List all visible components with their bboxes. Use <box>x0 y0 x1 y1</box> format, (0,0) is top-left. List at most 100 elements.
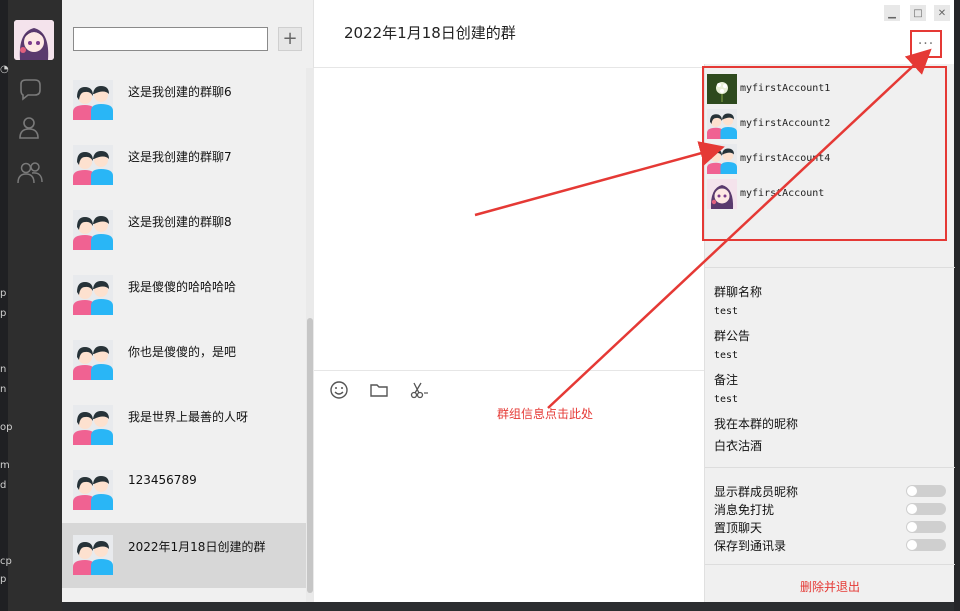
chat-name: 123456789 <box>128 473 197 487</box>
edge-text: n <box>0 364 7 375</box>
group-avatar <box>73 340 113 380</box>
chat-list-item[interactable]: 这是我创建的群聊7 <box>62 133 306 198</box>
member-item[interactable]: myfirstAccount1 <box>704 71 944 106</box>
setting-label: 消息免打扰 <box>714 503 775 517</box>
chat-list-item[interactable]: 你也是傻傻的，是吧 <box>62 328 306 393</box>
background-window-edge <box>954 0 960 611</box>
chat-title: 2022年1月18日创建的群 <box>344 24 516 42</box>
panel-divider <box>705 564 955 565</box>
background-window-edge <box>0 0 8 611</box>
couple-avatar-icon <box>73 80 113 120</box>
toggle-switch[interactable] <box>906 521 946 533</box>
setting-label: 显示群成员昵称 <box>714 485 799 499</box>
panel-divider <box>705 467 955 468</box>
edge-text: p <box>0 574 7 585</box>
group-avatar <box>73 145 113 185</box>
remark-value[interactable]: test <box>714 394 738 405</box>
group-info-panel: myfirstAccount1 myfirstAccount2 myfirstA… <box>702 64 955 602</box>
chat-list-item[interactable]: 这是我创建的群聊8 <box>62 198 306 263</box>
close-button[interactable]: ✕ <box>934 5 950 21</box>
remark-label: 备注 <box>714 373 739 387</box>
couple-avatar-icon <box>73 470 113 510</box>
add-button[interactable]: + <box>278 27 302 51</box>
member-avatar <box>707 74 737 104</box>
toggle-knob <box>907 486 917 496</box>
chat-list-item[interactable]: 我是世界上最善的人呀 <box>62 393 306 458</box>
setting-row: 显示群成员昵称 <box>714 483 946 499</box>
member-item[interactable]: myfirstAccount2 <box>704 106 944 141</box>
group-name-value[interactable]: test <box>714 306 738 317</box>
chat-window: + 这是我创建的群聊6 这是我创建的群聊7 这是我创建的群聊8 我是傻傻的哈哈哈… <box>62 0 955 602</box>
maximize-icon: □ <box>913 7 923 19</box>
emoji-icon[interactable] <box>329 380 349 400</box>
member-item[interactable]: myfirstAccount4 <box>704 141 944 176</box>
background-window-edge <box>62 602 954 611</box>
delete-and-exit-button[interactable]: 删除并退出 <box>705 578 955 595</box>
toggle-knob <box>907 522 917 532</box>
group-icon[interactable] <box>16 158 44 186</box>
group-avatar <box>73 210 113 250</box>
member-name: myfirstAccount4 <box>740 153 831 164</box>
group-name-label: 群聊名称 <box>714 285 763 299</box>
couple-avatar-icon <box>707 109 737 139</box>
folder-icon[interactable] <box>369 380 389 400</box>
member-name: myfirstAccount <box>740 188 825 199</box>
chat-name: 我是傻傻的哈哈哈哈 <box>128 280 237 294</box>
nav-bar <box>0 0 62 611</box>
flower-avatar-icon <box>707 74 737 104</box>
more-dots-icon: ··· <box>917 36 935 52</box>
chat-bubble-icon[interactable] <box>16 76 44 104</box>
minimize-icon: ▁ <box>888 7 896 19</box>
member-avatar <box>707 144 737 174</box>
chat-list-item[interactable]: 2022年1月18日创建的群 <box>62 523 306 588</box>
user-avatar[interactable] <box>14 20 54 60</box>
member-list: myfirstAccount1 myfirstAccount2 myfirstA… <box>702 66 947 241</box>
group-notice-label: 群公告 <box>714 329 751 343</box>
chat-list-panel: + 这是我创建的群聊6 这是我创建的群聊7 这是我创建的群聊8 我是傻傻的哈哈哈… <box>62 0 314 602</box>
member-avatar <box>707 109 737 139</box>
edge-text: p <box>0 288 7 299</box>
group-avatar <box>73 470 113 510</box>
toggle-switch[interactable] <box>906 503 946 515</box>
search-input[interactable] <box>73 27 268 51</box>
setting-label: 保存到通讯录 <box>714 539 787 553</box>
group-avatar <box>73 275 113 315</box>
couple-avatar-icon <box>73 340 113 380</box>
contact-icon[interactable] <box>16 114 44 142</box>
input-divider <box>314 370 704 371</box>
chat-list-item[interactable]: 这是我创建的群聊6 <box>62 68 306 133</box>
toggle-knob <box>907 504 917 514</box>
couple-avatar-icon <box>73 535 113 575</box>
edge-glyph-icon: ◔ <box>0 64 9 75</box>
setting-row: 保存到通讯录 <box>714 537 946 553</box>
my-nickname-value[interactable]: 白衣沽酒 <box>714 437 762 454</box>
chat-list-item[interactable]: 123456789 <box>62 458 306 523</box>
member-avatar <box>707 179 737 209</box>
member-name: myfirstAccount1 <box>740 83 831 94</box>
setting-row: 置顶聊天 <box>714 519 946 535</box>
edge-text: d <box>0 480 7 491</box>
toggle-switch[interactable] <box>906 485 946 497</box>
couple-avatar-icon <box>73 210 113 250</box>
group-info-button[interactable]: ··· <box>910 30 942 58</box>
chat-name: 这是我创建的群聊7 <box>128 150 232 164</box>
chat-name: 这是我创建的群聊6 <box>128 85 232 99</box>
toggle-switch[interactable] <box>906 539 946 551</box>
group-notice-value[interactable]: test <box>714 350 738 361</box>
annotation-text: 群组信息点击此处 <box>497 407 594 421</box>
chat-name: 我是世界上最善的人呀 <box>128 410 249 424</box>
member-name: myfirstAccount2 <box>740 118 831 129</box>
edge-text: op <box>0 422 13 433</box>
toggle-knob <box>907 540 917 550</box>
anime-avatar-icon <box>707 179 737 209</box>
minimize-button[interactable]: ▁ <box>884 5 900 21</box>
chat-list-item[interactable]: 我是傻傻的哈哈哈哈 <box>62 263 306 328</box>
scrollbar-thumb[interactable] <box>307 318 313 593</box>
member-item[interactable]: myfirstAccount <box>704 176 944 211</box>
chat-list: 这是我创建的群聊6 这是我创建的群聊7 这是我创建的群聊8 我是傻傻的哈哈哈哈 … <box>62 68 306 602</box>
group-avatar <box>73 80 113 120</box>
edge-text: m <box>0 460 10 471</box>
scissors-icon[interactable] <box>409 380 429 400</box>
chat-name: 这是我创建的群聊8 <box>128 215 232 229</box>
maximize-button[interactable]: □ <box>910 5 926 21</box>
